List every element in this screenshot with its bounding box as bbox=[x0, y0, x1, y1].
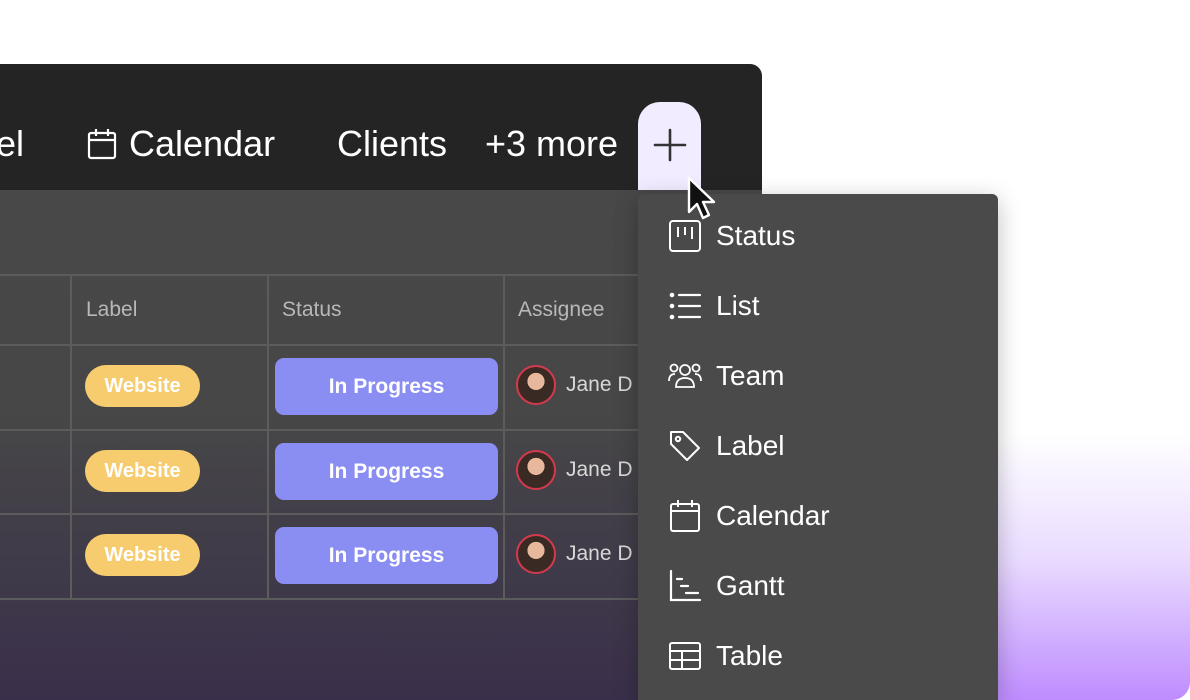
avatar bbox=[516, 450, 556, 490]
calendar-icon bbox=[87, 129, 117, 160]
assignee-name: Jane D bbox=[566, 542, 633, 565]
menu-item-label: Team bbox=[716, 360, 785, 391]
tab-label-partial[interactable]: el bbox=[0, 124, 24, 164]
table-divider bbox=[70, 274, 72, 599]
table-divider bbox=[267, 274, 269, 599]
table-divider bbox=[503, 274, 505, 599]
menu-item-table[interactable]: Table bbox=[668, 636, 783, 676]
label-badge[interactable]: Website bbox=[85, 450, 200, 492]
label-badge[interactable]: Website bbox=[85, 365, 200, 407]
calendar-icon bbox=[670, 500, 700, 532]
assignee-name: Jane D bbox=[566, 458, 633, 481]
column-header-assignee[interactable]: Assignee bbox=[518, 297, 604, 323]
column-header-label[interactable]: Label bbox=[86, 297, 137, 323]
team-icon bbox=[668, 363, 702, 388]
menu-item-gantt[interactable]: Gantt bbox=[668, 566, 784, 606]
view-tabs-bar: el Calendar Clients +3 more bbox=[0, 64, 762, 190]
menu-item-label: Calendar bbox=[716, 500, 830, 531]
table-icon bbox=[669, 642, 701, 670]
mouse-pointer-icon bbox=[687, 176, 716, 220]
menu-item-list[interactable]: List bbox=[668, 286, 760, 326]
menu-item-label: Label bbox=[716, 430, 785, 461]
tab-clients[interactable]: Clients bbox=[337, 124, 447, 164]
label-badge[interactable]: Website bbox=[85, 534, 200, 576]
tag-icon bbox=[670, 431, 700, 461]
status-board-icon bbox=[669, 220, 701, 252]
tab-more[interactable]: +3 more bbox=[485, 124, 618, 164]
menu-item-label: Table bbox=[716, 640, 783, 671]
avatar bbox=[516, 365, 556, 405]
list-icon bbox=[669, 292, 702, 320]
status-badge[interactable]: In Progress bbox=[275, 358, 498, 415]
avatar bbox=[516, 534, 556, 574]
add-view-menu: Status List Team Label Calendar Gantt Ta… bbox=[638, 194, 998, 700]
menu-item-calendar[interactable]: Calendar bbox=[668, 496, 830, 536]
gantt-icon bbox=[669, 569, 702, 602]
menu-item-label-view[interactable]: Label bbox=[668, 426, 785, 466]
column-header-status[interactable]: Status bbox=[282, 297, 342, 323]
menu-item-label: Gantt bbox=[716, 570, 785, 601]
plus-icon bbox=[653, 128, 686, 162]
assignee-cell[interactable]: Jane D bbox=[516, 450, 633, 490]
menu-item-team[interactable]: Team bbox=[668, 356, 784, 396]
status-badge[interactable]: In Progress bbox=[275, 527, 498, 584]
assignee-cell[interactable]: Jane D bbox=[516, 534, 633, 574]
tab-calendar[interactable]: Calendar bbox=[129, 124, 275, 164]
assignee-name: Jane D bbox=[566, 373, 633, 396]
menu-item-label: Status bbox=[716, 220, 796, 251]
status-badge[interactable]: In Progress bbox=[275, 443, 498, 500]
menu-item-status[interactable]: Status bbox=[668, 216, 795, 256]
menu-item-label: List bbox=[716, 290, 760, 321]
assignee-cell[interactable]: Jane D bbox=[516, 365, 633, 405]
